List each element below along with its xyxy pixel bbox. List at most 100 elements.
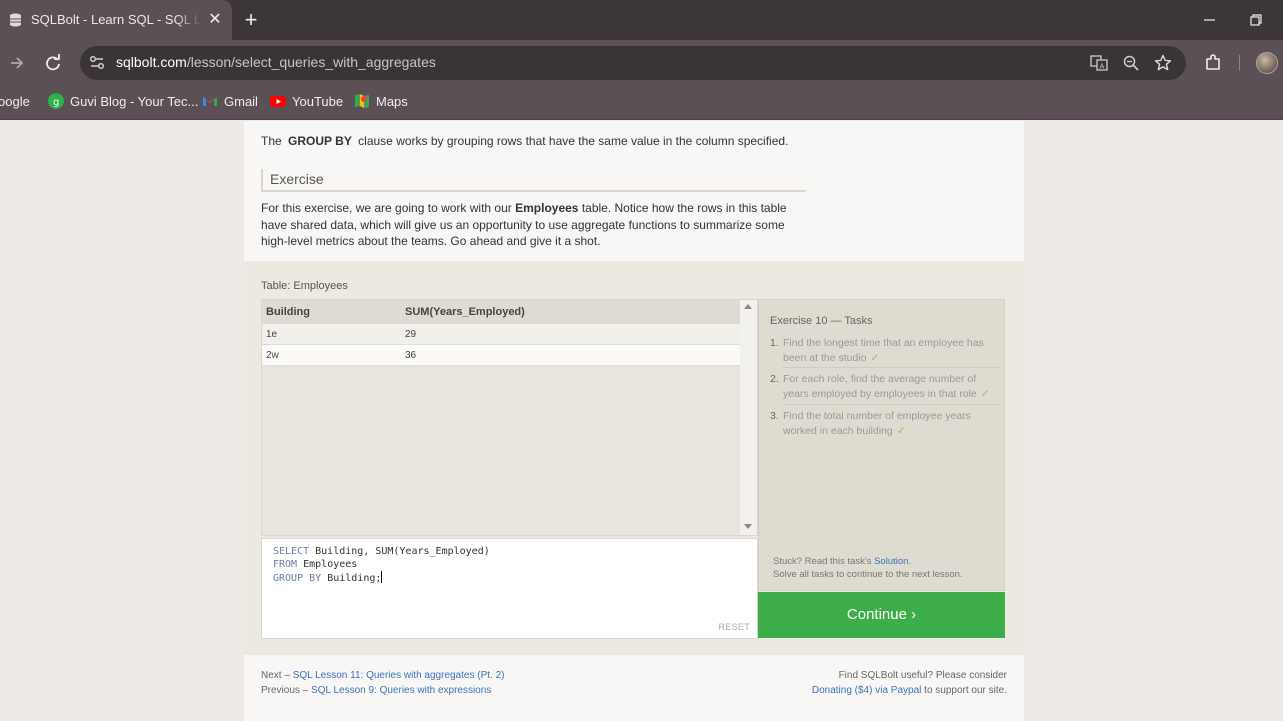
exercise-description: For this exercise, we are going to work …: [261, 200, 806, 250]
gmail-icon: [203, 97, 217, 106]
task-divider: [783, 367, 1001, 368]
support-after: to support our site.: [921, 685, 1007, 696]
bookmark-google-label: oogle: [0, 94, 30, 109]
column-header-building: Building: [266, 306, 310, 318]
bookmark-star-icon[interactable]: [1154, 54, 1172, 72]
bookmark-maps[interactable]: Maps: [354, 92, 408, 112]
bookmark-gmail-label: Gmail: [224, 94, 258, 109]
cell-sum: 36: [405, 350, 417, 361]
checkmark-icon: ✓: [980, 388, 990, 400]
bookmark-youtube[interactable]: YouTube: [270, 92, 343, 112]
previous-lesson-link[interactable]: SQL Lesson 9: Queries with expressions: [311, 685, 491, 696]
donate-link[interactable]: Donating ($4) via Paypal: [812, 685, 922, 696]
tab-close-icon[interactable]: ✕: [205, 10, 225, 30]
task-divider: [783, 404, 1001, 405]
guvi-icon: g: [48, 93, 64, 109]
bookmark-guvi[interactable]: g Guvi Blog - Your Tec...: [48, 92, 198, 112]
p1-text-before: The: [261, 134, 282, 148]
tasks-title: Exercise 10 — Tasks: [770, 315, 873, 327]
browser-toolbar: sqlbolt.com/lesson/select_queries_with_a…: [0, 40, 1283, 86]
address-bar[interactable]: sqlbolt.com/lesson/select_queries_with_a…: [80, 46, 1186, 80]
lesson-footer: Next – SQL Lesson 11: Queries with aggre…: [244, 655, 1024, 721]
group-by-paragraph: The GROUP BY clause works by grouping ro…: [261, 133, 861, 149]
p2-employees-bold: Employees: [515, 201, 579, 215]
checkmark-icon: ✓: [896, 425, 906, 437]
tab-sqlbolt[interactable]: SQLBolt - Learn SQL - SQL Lesson 10 ✕: [0, 0, 232, 40]
p1-group-by-keyword: GROUP BY: [288, 134, 352, 148]
column-header-sum: SUM(Years_Employed): [405, 306, 525, 318]
table-row: 2w 36: [262, 345, 740, 366]
checkmark-icon: ✓: [870, 352, 880, 364]
reset-button[interactable]: RESET: [718, 622, 750, 632]
bookmark-gmail[interactable]: Gmail: [202, 92, 258, 112]
task-number: 3.: [770, 410, 779, 422]
task-item: 2. For each role, find the average number…: [770, 372, 1001, 402]
svg-text:g: g: [53, 97, 59, 108]
prev-prefix: Previous –: [261, 685, 312, 696]
sql-editor[interactable]: SELECT Building, SUM(Years_Employed) FRO…: [261, 538, 758, 639]
support-line1: Find SQLBolt useful? Please consider: [838, 670, 1007, 681]
lesson-nav: Next – SQL Lesson 11: Queries with aggre…: [261, 668, 504, 698]
table-label: Table: Employees: [261, 280, 348, 292]
translate-icon[interactable]: A: [1090, 54, 1108, 72]
bookmark-guvi-label: Guvi Blog - Your Tec...: [70, 94, 199, 109]
bookmark-google[interactable]: oogle: [0, 92, 30, 112]
url-text: sqlbolt.com/lesson/select_queries_with_a…: [116, 54, 436, 70]
table-header: Building SUM(Years_Employed): [262, 300, 740, 324]
sql-code[interactable]: SELECT Building, SUM(Years_Employed) FRO…: [273, 545, 490, 585]
toolbar-divider: [1239, 55, 1240, 71]
bookmark-maps-label: Maps: [376, 94, 408, 109]
support-note: Find SQLBolt useful? Please consider Don…: [812, 668, 1007, 698]
stuck-text: Stuck? Read this task's: [773, 556, 875, 567]
exercise-heading: Exercise: [261, 169, 806, 192]
restore-icon[interactable]: [1246, 10, 1266, 30]
task-text: For each role, find the average number o…: [783, 373, 977, 400]
cell-building: 1e: [266, 329, 278, 340]
scroll-up-icon[interactable]: [744, 304, 752, 309]
url-path: /lesson/select_queries_with_aggregates: [186, 54, 436, 70]
sql-line2: Employees: [297, 559, 358, 570]
profile-avatar[interactable]: [1256, 52, 1278, 74]
stuck-line2: Solve all tasks to continue to the next …: [773, 569, 963, 580]
sql-line3: Building;: [321, 573, 382, 584]
sql-line1: Building, SUM(Years_Employed): [309, 546, 490, 557]
url-host: sqlbolt.com: [116, 54, 187, 70]
reload-icon[interactable]: [42, 52, 64, 74]
minimize-icon[interactable]: [1200, 10, 1220, 30]
task-number: 2.: [770, 373, 779, 385]
tasks-panel: Exercise 10 — Tasks 1. Find the longest t…: [758, 299, 1005, 591]
solution-link[interactable]: Solution: [874, 556, 908, 567]
youtube-icon: [270, 96, 286, 107]
sql-keyword-from: FROM: [273, 559, 298, 570]
stuck-hint: Stuck? Read this task's Solution. Solve a…: [773, 555, 963, 581]
sql-keyword-group-by: GROUP BY: [273, 573, 322, 584]
sql-keyword-select: SELECT: [273, 546, 310, 557]
results-table: Building SUM(Years_Employed) 1e 29 2w 36: [262, 300, 740, 535]
zoom-icon[interactable]: [1122, 54, 1140, 72]
exercise-panel: Table: Employees Building SUM(Years_Empl…: [244, 261, 1024, 655]
query-results: Building SUM(Years_Employed) 1e 29 2w 36: [261, 299, 758, 536]
forward-arrow-icon[interactable]: [6, 52, 28, 74]
next-lesson-link[interactable]: SQL Lesson 11: Queries with aggregates (…: [293, 670, 505, 681]
task-text: Find the total number of employee years …: [783, 410, 971, 437]
tab-title: SQLBolt - Learn SQL - SQL Lesson 10: [31, 12, 201, 27]
p1-text-after: clause works by grouping rows that have …: [358, 134, 789, 148]
svg-text:A: A: [1100, 63, 1105, 71]
table-row: 1e 29: [262, 324, 740, 345]
task-item: 3. Find the total number of employee year…: [770, 409, 1001, 439]
cell-building: 2w: [266, 350, 279, 361]
results-scrollbar[interactable]: [740, 300, 757, 535]
task-item: 1. Find the longest time that an employee…: [770, 336, 1001, 366]
extensions-icon[interactable]: [1203, 53, 1223, 73]
cell-sum: 29: [405, 329, 417, 340]
bookmarks-bar: oogle g Guvi Blog - Your Tec... Gmail You…: [0, 86, 1283, 120]
lesson-intro: The GROUP BY clause works by grouping ro…: [244, 121, 1024, 261]
text-caret: [381, 571, 383, 583]
new-tab-button[interactable]: +: [240, 9, 262, 31]
site-info-icon[interactable]: [88, 54, 106, 72]
lesson-page: The GROUP BY clause works by grouping ro…: [244, 121, 1024, 721]
task-number: 1.: [770, 337, 779, 349]
bookmark-youtube-label: YouTube: [292, 94, 344, 109]
continue-button[interactable]: Continue ›: [758, 592, 1005, 638]
scroll-down-icon[interactable]: [744, 524, 752, 529]
